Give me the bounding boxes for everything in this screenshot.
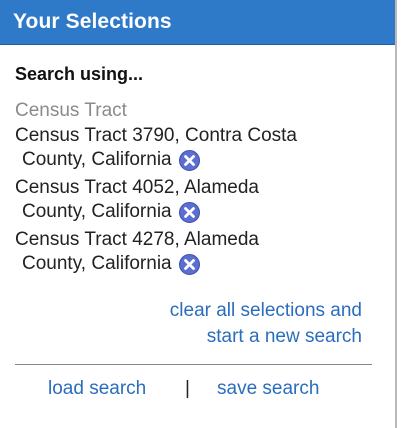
category-label: Census Tract — [15, 100, 127, 121]
your-selections-panel: Your Selections Search using... Census T… — [0, 0, 397, 428]
selection-item-line1: Census Tract 4278, Alameda — [15, 229, 259, 250]
search-using-label: Search using... — [15, 64, 144, 84]
divider — [15, 364, 372, 365]
remove-icon[interactable] — [178, 253, 200, 275]
panel-title: Your Selections — [13, 10, 172, 33]
selection-item-line1: Census Tract 3790, Contra Costa — [15, 125, 297, 146]
clear-all-link-line2[interactable]: start a new search — [207, 326, 362, 347]
load-search-link[interactable]: load search — [48, 378, 146, 400]
selection-item-line1: Census Tract 4052, Alameda — [15, 177, 259, 198]
separator: | — [185, 378, 190, 399]
panel-header: Your Selections — [0, 0, 395, 45]
clear-all-link[interactable]: clear all selections and start a new sea… — [170, 298, 362, 350]
selection-item: Census Tract 4052, Alameda County, Calif… — [15, 176, 259, 224]
selection-item-line2: County, California — [22, 149, 172, 170]
clear-all-link-line1[interactable]: clear all selections and — [170, 300, 362, 321]
selection-item-line2: County, California — [22, 201, 172, 222]
remove-icon[interactable] — [178, 149, 200, 171]
save-search-link[interactable]: save search — [217, 378, 319, 400]
remove-icon[interactable] — [178, 201, 200, 223]
selection-item-line2: County, California — [22, 253, 172, 274]
selection-item: Census Tract 3790, Contra Costa County, … — [15, 124, 297, 172]
selection-item: Census Tract 4278, Alameda County, Calif… — [15, 228, 259, 276]
